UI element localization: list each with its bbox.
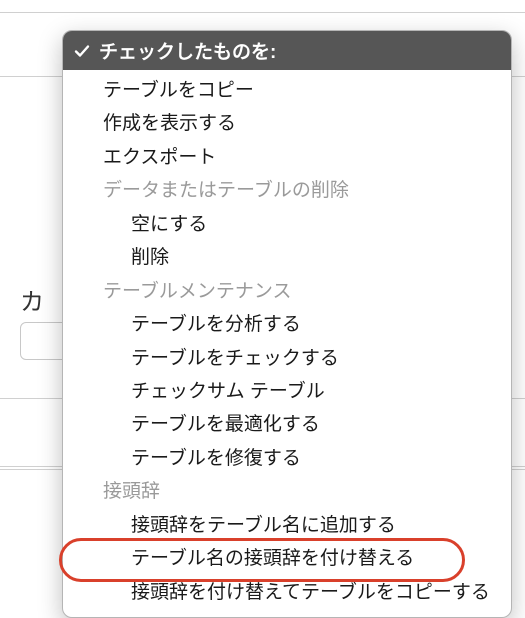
menu-section-prefix: 接頭辞 [63, 475, 511, 508]
menu-section-delete: データまたはテーブルの削除 [63, 174, 511, 207]
menu-item-check[interactable]: テーブルをチェックする [63, 342, 511, 375]
menu-item-export[interactable]: エクスポート [63, 141, 511, 174]
menu-item-empty[interactable]: 空にする [63, 208, 511, 241]
menu-section-maintenance: テーブルメンテナンス [63, 275, 511, 308]
menu-item-drop[interactable]: 削除 [63, 241, 511, 274]
menu-item-show-create[interactable]: 作成を表示する [63, 107, 511, 140]
menu-item-optimize[interactable]: テーブルを最適化する [63, 408, 511, 441]
menu-item-analyze[interactable]: テーブルを分析する [63, 308, 511, 341]
menu-header: チェックしたものを: [63, 31, 511, 70]
menu-item-add-prefix[interactable]: 接頭辞をテーブル名に追加する [63, 509, 511, 542]
dropdown-menu[interactable]: チェックしたものを: テーブルをコピー 作成を表示する エクスポート データまた… [62, 30, 512, 618]
menu-header-label: チェックしたものを: [99, 37, 276, 64]
menu-item-checksum[interactable]: チェックサム テーブル [63, 375, 511, 408]
menu-item-copy-with-prefix[interactable]: 接頭辞を付け替えてテーブルをコピーする [63, 576, 511, 609]
menu-item-repair[interactable]: テーブルを修復する [63, 442, 511, 475]
menu-body: テーブルをコピー 作成を表示する エクスポート データまたはテーブルの削除 空に… [63, 70, 511, 617]
menu-item-copy-table[interactable]: テーブルをコピー [63, 74, 511, 107]
menu-item-replace-prefix[interactable]: テーブル名の接頭辞を付け替える [63, 542, 511, 575]
check-icon [73, 43, 91, 59]
sidebar-letter: カ [20, 282, 44, 317]
